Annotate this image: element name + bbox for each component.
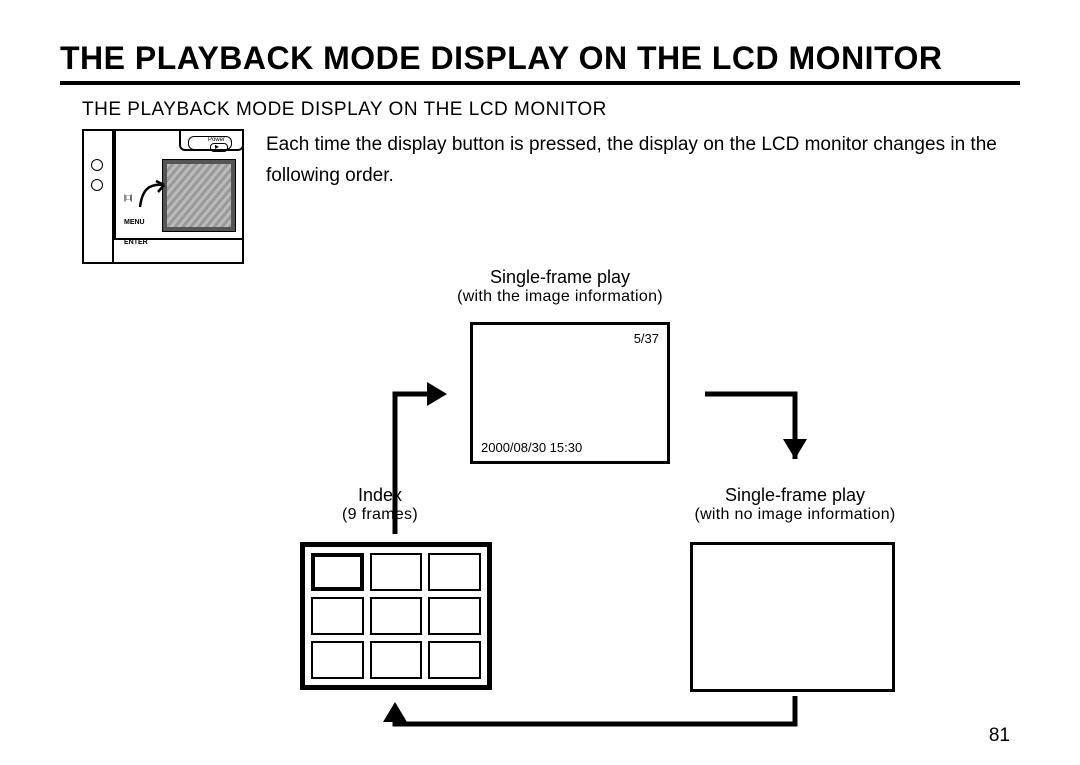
camera-lcd bbox=[162, 159, 236, 232]
menu-button-label: MENU bbox=[124, 219, 145, 226]
display-button-label: |□| bbox=[124, 195, 132, 202]
index-thumb bbox=[370, 553, 423, 591]
section-subtitle: THE PLAYBACK MODE DISPLAY ON THE LCD MON… bbox=[82, 99, 1020, 121]
label-single-no-info: Single-frame play (with no image informa… bbox=[645, 486, 945, 523]
intro-text: Each time the display button is pressed,… bbox=[266, 129, 1020, 264]
page-title: THE PLAYBACK MODE DISPLAY ON THE LCD MON… bbox=[60, 40, 1020, 85]
page-number: 81 bbox=[989, 725, 1010, 747]
index-thumb bbox=[370, 597, 423, 635]
datetime-stamp: 2000/08/30 15:30 bbox=[481, 440, 582, 455]
screen-single-with-info: 5/37 2000/08/30 15:30 bbox=[470, 322, 670, 464]
index-thumb bbox=[428, 553, 481, 591]
display-cycle-diagram: Single-frame play (with the image inform… bbox=[105, 264, 975, 734]
frame-counter: 5/37 bbox=[634, 331, 659, 346]
play-icon bbox=[210, 143, 228, 152]
screen-single-no-info bbox=[690, 542, 895, 692]
index-thumb-selected bbox=[311, 553, 364, 591]
index-thumb bbox=[428, 597, 481, 635]
index-thumb bbox=[311, 597, 364, 635]
pointer-arrow-icon bbox=[138, 179, 172, 209]
camera-illustration: Power |□| MENU ENTER bbox=[82, 129, 244, 264]
power-label: Power bbox=[208, 137, 238, 152]
index-thumb bbox=[428, 641, 481, 679]
screen-index bbox=[300, 542, 492, 690]
label-single-with-info: Single-frame play (with the image inform… bbox=[415, 268, 705, 305]
index-thumb bbox=[370, 641, 423, 679]
label-index: Index (9 frames) bbox=[280, 486, 480, 523]
enter-button-label: ENTER bbox=[124, 239, 148, 246]
index-thumb bbox=[311, 641, 364, 679]
